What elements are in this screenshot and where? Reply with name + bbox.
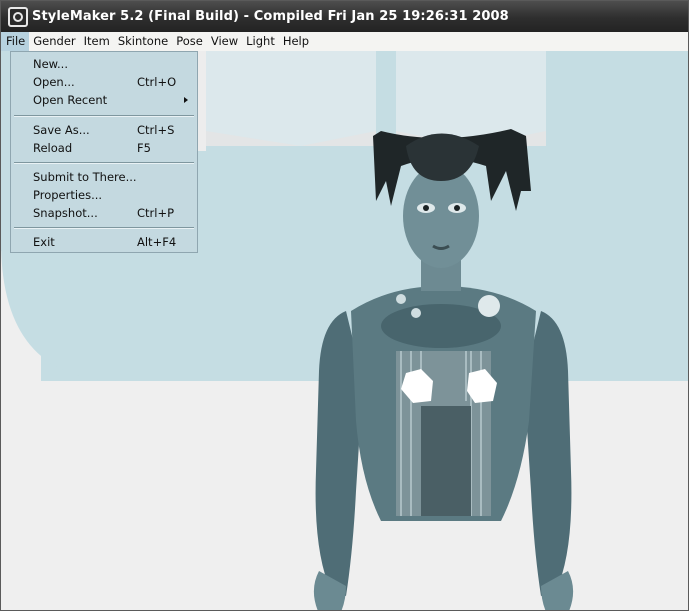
menu-item-exit[interactable]: Exit Alt+F4 — [11, 233, 197, 251]
menu-item-label: New... — [33, 57, 68, 71]
menu-item-shortcut: Ctrl+O — [137, 75, 177, 89]
menu-item-label: Reload — [33, 141, 73, 155]
menu-item-reload[interactable]: Reload F5 — [11, 139, 197, 157]
menu-item-label: Snapshot... — [33, 206, 98, 220]
app-window: StyleMaker 5.2 (Final Build) - Compiled … — [0, 0, 689, 611]
menu-item-shortcut: Ctrl+P — [137, 206, 175, 220]
menu-item-label: Submit to There... — [33, 170, 137, 184]
menu-item-label: Properties... — [33, 188, 103, 202]
file-menu-dropdown: New... Open... Ctrl+O Open Recent Save A… — [10, 51, 198, 253]
submenu-arrow-icon — [184, 97, 188, 103]
menu-pose[interactable]: Pose — [172, 32, 207, 51]
menu-item-shortcut: F5 — [137, 141, 151, 155]
menu-item-properties[interactable]: Properties... — [11, 186, 197, 204]
menu-help[interactable]: Help — [279, 32, 313, 51]
menu-item-shortcut: Alt+F4 — [137, 235, 177, 249]
menu-item-open-recent[interactable]: Open Recent — [11, 91, 197, 109]
menu-separator — [14, 162, 194, 164]
menu-item-submit-to-there[interactable]: Submit to There... — [11, 168, 197, 186]
window-title: StyleMaker 5.2 (Final Build) - Compiled … — [32, 9, 509, 24]
menu-file[interactable]: File — [1, 32, 30, 51]
menu-item[interactable]: Item — [80, 32, 114, 51]
menu-item-open[interactable]: Open... Ctrl+O — [11, 73, 197, 91]
menu-item-label: Save As... — [33, 123, 90, 137]
menu-item-new[interactable]: New... — [11, 55, 197, 73]
app-icon[interactable] — [8, 6, 28, 27]
menu-separator — [14, 115, 194, 117]
menu-item-label: Open Recent — [33, 93, 108, 107]
menu-gender[interactable]: Gender — [29, 32, 79, 51]
menu-bar: File Gender Item Skintone Pose View Ligh… — [1, 32, 688, 51]
title-bar[interactable]: StyleMaker 5.2 (Final Build) - Compiled … — [1, 1, 688, 32]
menu-item-shortcut: Ctrl+S — [137, 123, 175, 137]
menu-separator — [14, 227, 194, 229]
menu-light[interactable]: Light — [242, 32, 279, 51]
menu-item-save-as[interactable]: Save As... Ctrl+S — [11, 121, 197, 139]
menu-skintone[interactable]: Skintone — [114, 32, 172, 51]
menu-item-snapshot[interactable]: Snapshot... Ctrl+P — [11, 204, 197, 222]
menu-item-label: Open... — [33, 75, 75, 89]
menu-view[interactable]: View — [207, 32, 242, 51]
menu-item-label: Exit — [33, 235, 55, 249]
